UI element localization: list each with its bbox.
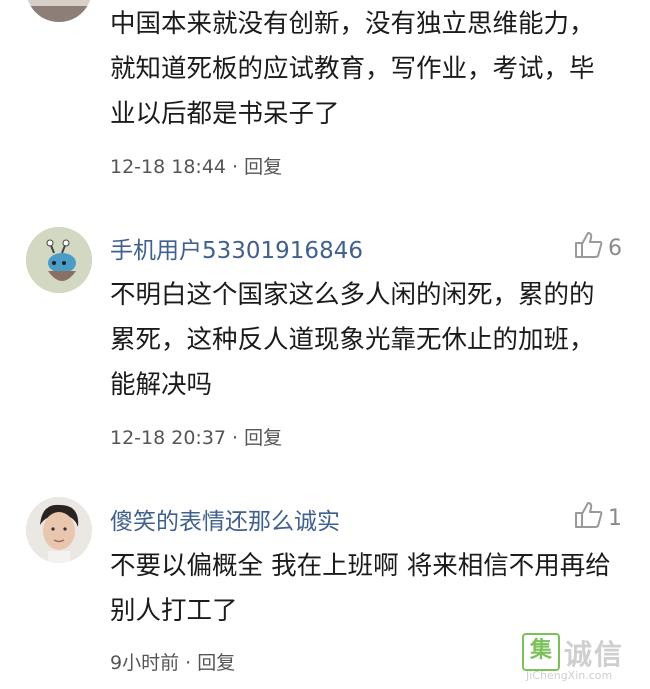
comment-time: 12-18 18:44 [110, 156, 227, 178]
watermark: 集 诚信 JiChengXin.com [522, 631, 642, 683]
avatar-image [26, 227, 92, 293]
watermark-logo-text: 诚信 [564, 638, 625, 671]
thumbs-up-icon [574, 500, 604, 536]
comment-item: 中国本来就没有创新，没有独立思维能力，就知道死板的应试教育，写作业，考试，毕业以… [0, 0, 650, 190]
comment-meta: 12-18 18:44 · 回复 [110, 152, 282, 179]
thumbs-up-icon [574, 230, 604, 266]
watermark-url: JiChengXin.com [526, 669, 613, 682]
reply-link[interactable]: 回复 [197, 652, 235, 674]
comment-meta: 9小时前 · 回复 [110, 648, 235, 675]
avatar[interactable] [26, 227, 92, 293]
meta-separator: · [226, 427, 245, 449]
comment-username[interactable]: 傻笑的表情还那么诚实 [110, 502, 340, 536]
avatar-image [26, 0, 92, 22]
reply-link[interactable]: 回复 [244, 427, 282, 449]
watermark-logo-box: 集 [522, 633, 560, 671]
avatar[interactable] [26, 0, 92, 22]
comment-time: 9小时前 [110, 652, 180, 674]
meta-separator: · [226, 156, 245, 178]
like-button[interactable]: 6 [574, 230, 622, 266]
comment-meta: 12-18 20:37 · 回复 [110, 423, 282, 450]
comment-time: 12-18 20:37 [110, 427, 227, 449]
avatar-image [26, 497, 92, 563]
reply-link[interactable]: 回复 [244, 156, 282, 178]
meta-separator: · [179, 652, 198, 674]
comment-username[interactable]: 手机用户53301916846 [110, 231, 363, 265]
comment-text: 不要以偏概全 我在上班啊 将来相信不用再给别人打工了 [110, 551, 611, 626]
comment-text: 中国本来就没有创新，没有独立思维能力，就知道死板的应试教育，写作业，考试，毕业以… [110, 9, 595, 129]
like-count: 6 [608, 235, 622, 261]
like-count: 1 [608, 505, 622, 531]
avatar[interactable] [26, 497, 92, 563]
like-button[interactable]: 1 [574, 500, 622, 536]
comment-text: 不明白这个国家这么多人闲的闲死，累的的累死，这种反人道现象光靠无休止的加班，能解… [110, 280, 595, 400]
